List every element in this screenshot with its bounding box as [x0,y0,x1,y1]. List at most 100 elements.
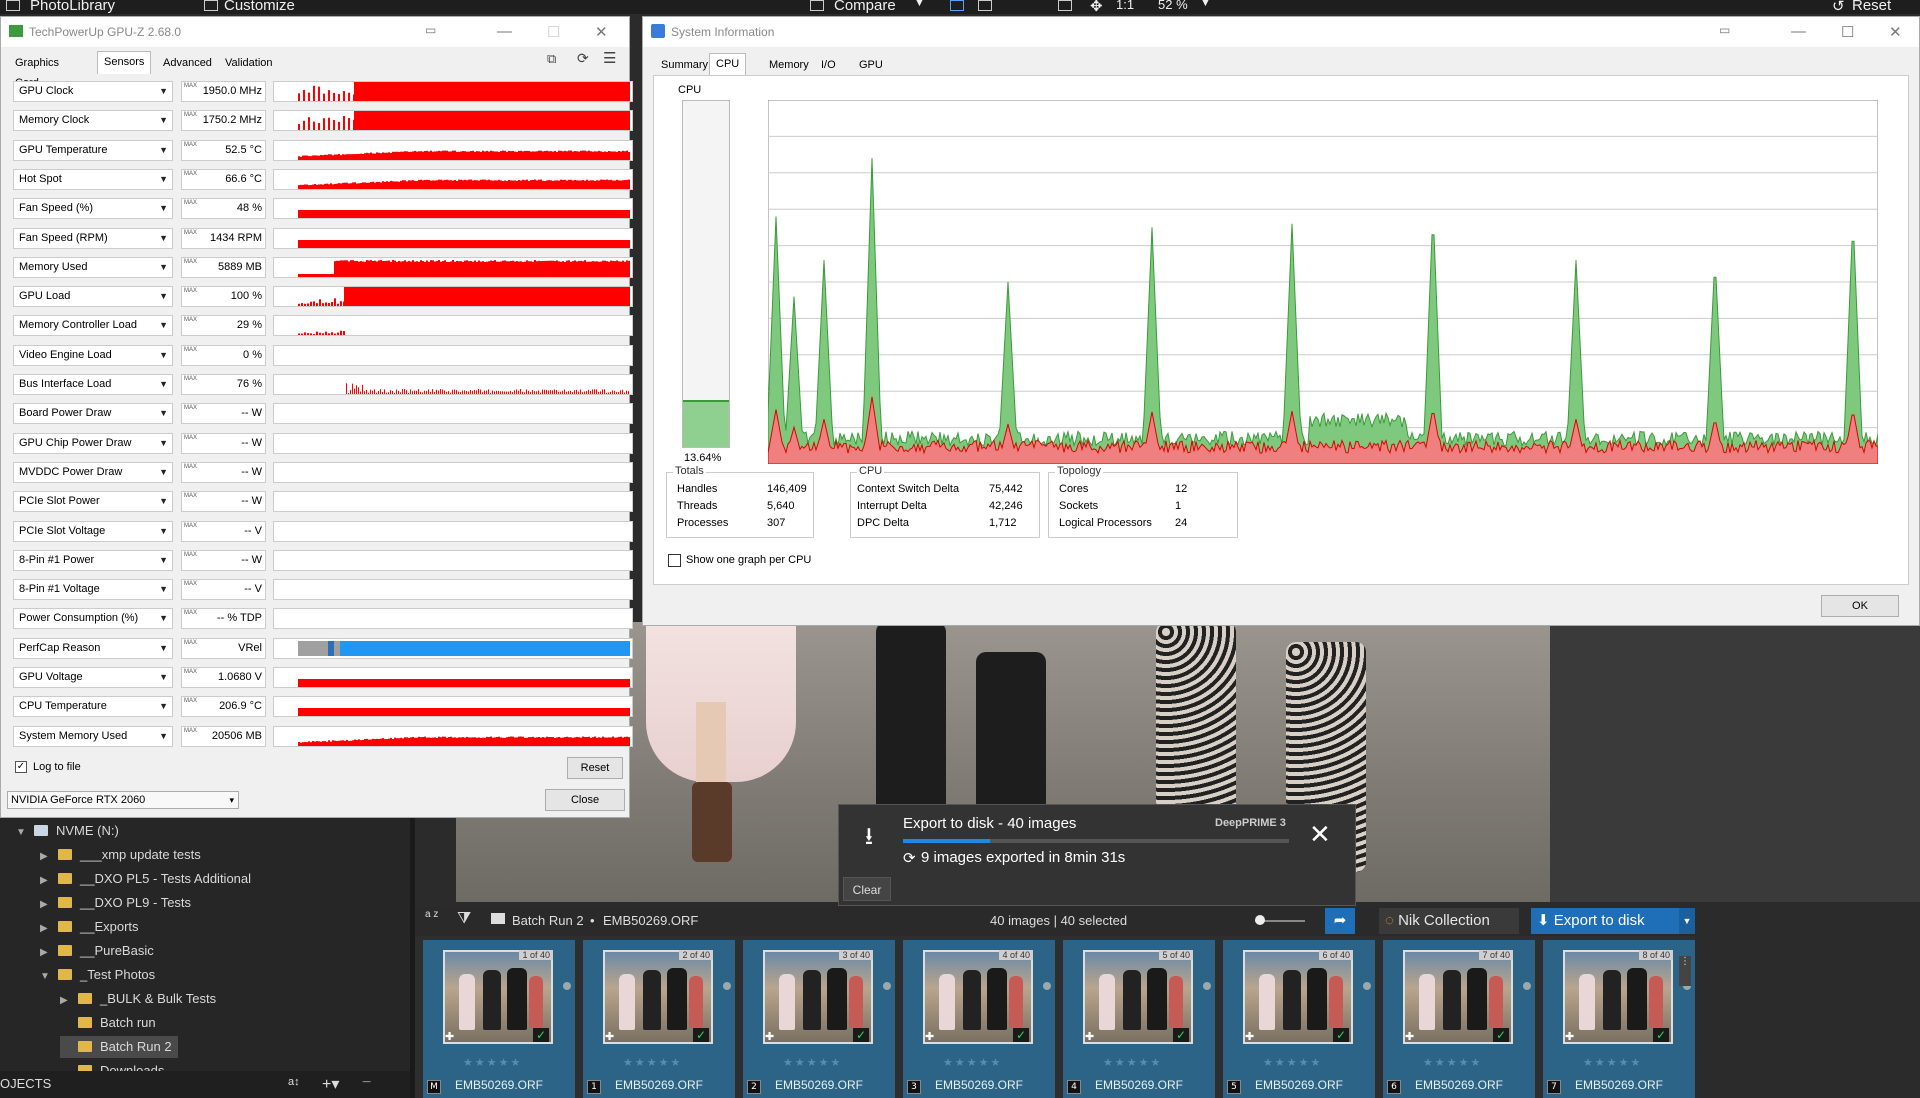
tree-item[interactable]: ▶ __DXO PL5 - Tests Additional [40,868,251,890]
menu-icon[interactable]: ☰ [603,49,616,67]
nik-collection-button[interactable]: ◌ Nik Collection [1379,908,1519,934]
filmstrip-thumbnail[interactable]: 8 of 40 ✚ ✓ ★★★★★ 7 EMB50269.ORF [1543,940,1695,1098]
maximize-icon[interactable]: ☐ [1841,23,1854,41]
menu-dot-icon[interactable] [1523,982,1531,990]
tab-validation[interactable]: Validation [219,53,279,73]
check-icon[interactable]: ✓ [1493,1028,1509,1042]
sensor-name-dropdown[interactable]: Video Engine Load ▼ [13,344,173,366]
chevron-right-icon[interactable]: ▶ [40,918,52,940]
minimize-icon[interactable]: — [497,23,512,40]
sensor-name-dropdown[interactable]: PerfCap Reason ▼ [13,637,173,659]
tree-item[interactable]: ▶ __DXO PL9 - Tests [40,892,191,914]
minimize-icon[interactable]: — [1791,23,1806,40]
tree-item[interactable]: ▶ __Exports [40,916,139,938]
tree-item[interactable]: ▶ __PureBasic [40,940,154,962]
sort-az-button[interactable]: a z [425,910,438,920]
filmstrip-scrollbar[interactable]: ⋮ [1679,956,1691,986]
sensor-name-dropdown[interactable]: CPU Temperature ▼ [13,696,173,718]
rating-stars[interactable]: ★★★★★ [943,1056,1002,1069]
menu-dot-icon[interactable] [1363,982,1371,990]
sensor-name-dropdown[interactable]: PCIe Slot Power ▼ [13,491,173,513]
sensor-name-dropdown[interactable]: GPU Voltage ▼ [13,667,173,688]
add-icon[interactable]: +▾ [322,1074,339,1094]
add-icon[interactable]: ✚ [445,1030,454,1043]
zoom-1to1-button[interactable]: 1:1 [1116,0,1134,12]
sensor-name-dropdown[interactable]: Board Power Draw ▼ [13,403,173,425]
rating-stars[interactable]: ★★★★★ [463,1056,522,1069]
camera-icon[interactable]: ⧉ [547,51,556,67]
tab-summary[interactable]: Summary [655,55,714,75]
rating-stars[interactable]: ★★★★★ [1423,1056,1482,1069]
menu-dot-icon[interactable] [723,982,731,990]
sensor-name-dropdown[interactable]: Memory Controller Load ▼ [13,315,173,337]
add-icon[interactable]: ✚ [925,1030,934,1043]
tree-item[interactable]: ▼ _Test Photos [40,964,155,986]
fit-icon[interactable] [1058,0,1072,11]
tab-cpu[interactable]: CPU [709,53,747,76]
tree-item[interactable]: Batch run [60,1012,156,1034]
compare-dropdown-icon[interactable]: ▼ [914,0,925,9]
add-icon[interactable]: ✚ [1245,1030,1254,1043]
close-icon[interactable]: ✕ [1889,23,1902,41]
sensor-name-dropdown[interactable]: Hot Spot ▼ [13,168,173,190]
menu-dot-icon[interactable] [563,982,571,990]
breadcrumb-folder[interactable]: Batch Run 2 [512,913,584,928]
cast-icon[interactable]: ▭ [1719,23,1730,37]
check-icon[interactable]: ✓ [1333,1028,1349,1042]
check-icon[interactable]: ✓ [693,1028,709,1042]
filmstrip-thumbnail[interactable]: 2 of 40 ✚ ✓ ★★★★★ 1 EMB50269.ORF [583,940,735,1098]
tab-sensors[interactable]: Sensors [97,51,152,74]
library-grid-icon[interactable] [6,0,20,11]
sort-az-icon[interactable]: a↕ [288,1076,300,1088]
rating-stars[interactable]: ★★★★★ [623,1056,682,1069]
add-icon[interactable]: ✚ [1405,1030,1414,1043]
sensor-name-dropdown[interactable]: System Memory Used ▼ [13,725,173,747]
sensor-name-dropdown[interactable]: GPU Clock ▼ [13,81,173,102]
tree-item[interactable]: ▶ _BULK & Bulk Tests [60,988,216,1010]
chevron-right-icon[interactable]: ▶ [40,894,52,916]
menu-dot-icon[interactable] [1203,982,1211,990]
filmstrip-thumbnail[interactable]: 1 of 40 ✚ ✓ ★★★★★ M EMB50269.ORF [423,940,575,1098]
maximize-icon[interactable]: ☐ [547,23,560,41]
one-graph-per-cpu-checkbox[interactable] [668,554,681,567]
reset-button[interactable]: Reset [1852,0,1891,14]
customize-icon[interactable] [204,0,218,11]
menu-dot-icon[interactable] [1043,982,1051,990]
screenshot-icon[interactable]: ▭ [425,23,436,37]
tab-io[interactable]: I/O [815,55,842,75]
tree-item[interactable]: Batch Run 2 [60,1036,178,1058]
sensor-name-dropdown[interactable]: GPU Chip Power Draw ▼ [13,432,173,454]
remove-icon[interactable]: − [362,1074,371,1092]
filmstrip-thumbnail[interactable]: 6 of 40 ✚ ✓ ★★★★★ 5 EMB50269.ORF [1223,940,1375,1098]
tree-item[interactable]: ▶ ___xmp update tests [40,844,201,866]
rating-stars[interactable]: ★★★★★ [1263,1056,1322,1069]
export-dropdown-icon[interactable]: ▼ [1679,908,1695,934]
zoom-level[interactable]: 52 % [1158,0,1188,12]
check-icon[interactable]: ✓ [533,1028,549,1042]
quick-export-icon[interactable]: ➦ [1325,908,1355,934]
sensor-name-dropdown[interactable]: PCIe Slot Voltage ▼ [13,520,173,542]
customize-tab[interactable]: Customize [224,0,295,14]
filmstrip-thumbnail[interactable]: 3 of 40 ✚ ✓ ★★★★★ 2 EMB50269.ORF [743,940,895,1098]
single-view-icon[interactable] [950,0,964,11]
rating-stars[interactable]: ★★★★★ [783,1056,842,1069]
compare-button[interactable]: Compare [834,0,896,14]
log-to-file-checkbox[interactable]: ✓ [15,761,27,773]
add-icon[interactable]: ✚ [1085,1030,1094,1043]
check-icon[interactable]: ✓ [1653,1028,1669,1042]
add-icon[interactable]: ✚ [605,1030,614,1043]
check-icon[interactable]: ✓ [1013,1028,1029,1042]
sensor-name-dropdown[interactable]: Power Consumption (%) ▼ [13,608,173,630]
zoom-dropdown-icon[interactable]: ▼ [1200,0,1211,9]
move-icon[interactable]: ✥ [1090,0,1103,15]
menu-dot-icon[interactable] [883,982,891,990]
filter-icon[interactable]: ⧩ [457,910,471,928]
check-icon[interactable]: ✓ [1173,1028,1189,1042]
tree-item[interactable]: ▼ NVME (N:) [16,820,119,842]
close-icon[interactable]: ✕ [595,23,608,41]
tab-gpu[interactable]: GPU [853,55,889,75]
sensor-name-dropdown[interactable]: 8-Pin #1 Voltage ▼ [13,579,173,601]
refresh-icon[interactable]: ⟳ [577,50,589,67]
reset-button[interactable]: Reset [567,757,623,779]
chevron-right-icon[interactable]: ▶ [60,990,72,1012]
